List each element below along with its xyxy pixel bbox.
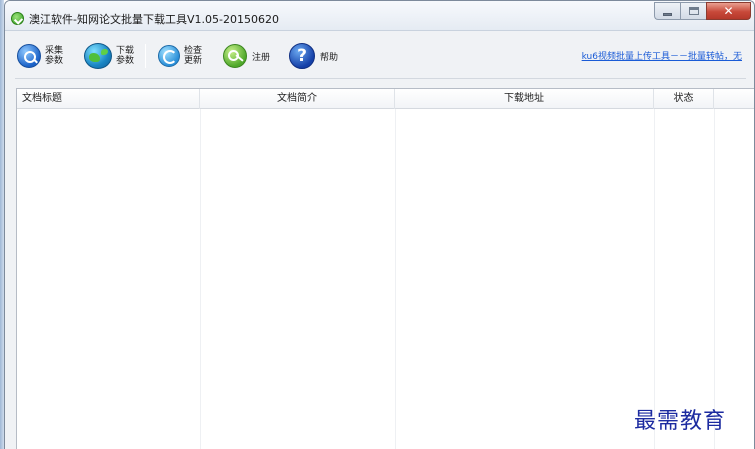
column-header-filler xyxy=(714,89,754,109)
document-table[interactable]: 文档标题 文档简介 下载地址 状态 xyxy=(16,88,754,449)
key-icon xyxy=(223,44,247,68)
register-label: 注册 xyxy=(252,52,271,63)
maximize-button[interactable] xyxy=(680,2,706,20)
minimize-button[interactable] xyxy=(654,2,680,20)
column-divider xyxy=(654,109,655,449)
earth-globe-icon xyxy=(84,43,112,69)
table-header: 文档标题 文档简介 下载地址 状态 xyxy=(17,89,754,109)
title-bar[interactable]: 澳江软件-知网论文批量下载工具V1.05-20150620 ✕ xyxy=(5,1,754,31)
minimize-icon xyxy=(663,13,672,16)
close-button[interactable]: ✕ xyxy=(706,2,751,20)
help-button[interactable]: ? 帮助 xyxy=(289,42,338,70)
column-divider xyxy=(714,109,715,449)
column-divider xyxy=(200,109,201,449)
column-header-summary[interactable]: 文档简介 xyxy=(200,89,395,109)
column-divider xyxy=(395,109,396,449)
download-params-button[interactable]: 下载 参数 xyxy=(84,42,134,70)
close-icon: ✕ xyxy=(723,4,734,18)
column-header-title[interactable]: 文档标题 xyxy=(17,89,200,109)
collect-params-label: 采集 参数 xyxy=(45,46,64,66)
app-window: 澳江软件-知网论文批量下载工具V1.05-20150620 ✕ 采集 参数 下载 xyxy=(4,0,755,449)
check-update-label: 检查 更新 xyxy=(184,46,203,66)
toolbar-divider xyxy=(15,78,746,79)
watermark-text: 最需教育 xyxy=(634,409,727,434)
help-icon: ? xyxy=(289,43,315,69)
refresh-icon xyxy=(158,45,180,67)
caption-buttons: ✕ xyxy=(654,2,751,20)
toolbar: 采集 参数 下载 参数 检查 更新 注册 ? 帮助 ku6视频批量上传工具－－批… xyxy=(5,32,754,78)
download-params-label: 下载 参数 xyxy=(116,46,135,66)
app-logo-icon xyxy=(11,12,24,25)
check-update-button[interactable]: 检查 更新 xyxy=(158,42,202,70)
collect-params-button[interactable]: 采集 参数 xyxy=(17,42,63,70)
column-header-download-url[interactable]: 下载地址 xyxy=(395,89,654,109)
help-label: 帮助 xyxy=(320,52,339,63)
window-title: 澳江软件-知网论文批量下载工具V1.05-20150620 xyxy=(29,13,279,26)
column-header-status[interactable]: 状态 xyxy=(654,89,714,109)
promo-link[interactable]: ku6视频批量上传工具－－批量转帖，无 xyxy=(582,49,742,62)
magnifier-globe-icon xyxy=(17,44,41,68)
toolbar-separator xyxy=(145,44,146,68)
maximize-icon xyxy=(689,7,699,15)
register-button[interactable]: 注册 xyxy=(223,42,270,70)
